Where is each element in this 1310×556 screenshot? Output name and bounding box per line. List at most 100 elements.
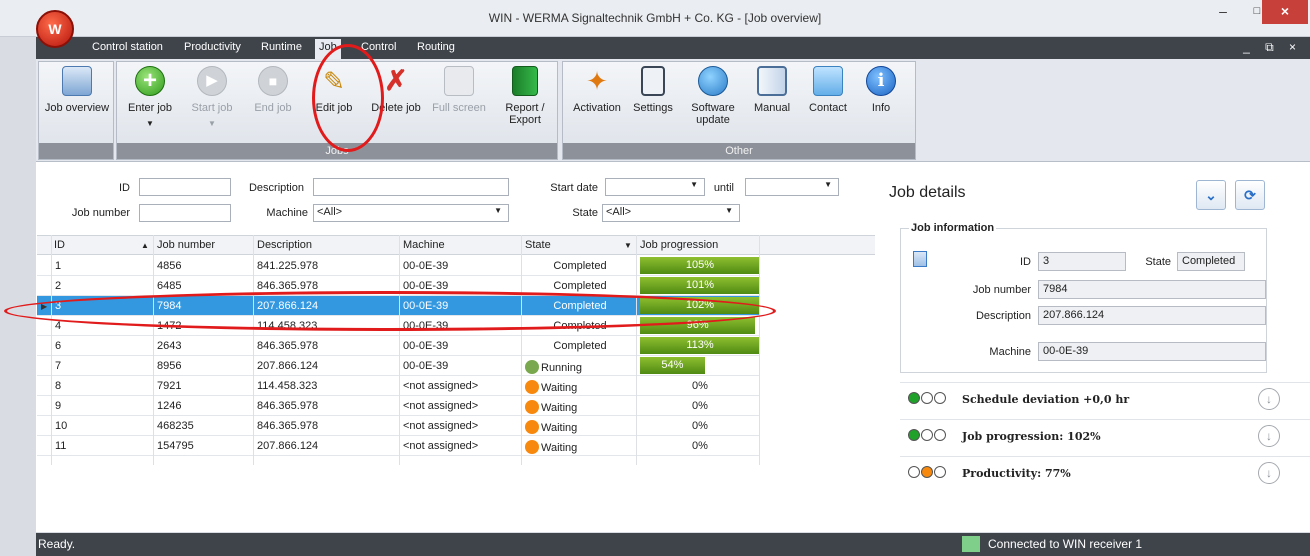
menu-job[interactable]: Job — [315, 39, 341, 59]
end-job-button[interactable]: ■ End job — [245, 66, 301, 114]
table-row[interactable]: 1 4856 841.225.978 00-0E-39 Completed 105% — [37, 256, 760, 276]
menu-routing[interactable]: Routing — [417, 41, 455, 53]
filter-start-date-picker[interactable]: ▼ — [605, 178, 705, 196]
filter-state-label: State — [572, 207, 598, 219]
menu-bar: Control station Productivity Runtime Job… — [36, 37, 1310, 59]
window-title: WIN - WERMA Signaltechnik GmbH + Co. KG … — [488, 11, 822, 25]
job-overview-icon — [62, 66, 92, 96]
cell-id: 1 — [55, 260, 62, 272]
refresh-button[interactable]: ⟳ — [1235, 180, 1265, 210]
contact-button[interactable]: Contact — [801, 66, 855, 114]
filter-dropdown-icon[interactable]: ▼ — [624, 241, 632, 250]
close-button[interactable]: × — [1262, 0, 1308, 24]
collapse-all-button[interactable]: ⌄ — [1196, 180, 1226, 210]
start-job-button[interactable]: ▶ Start job ▼ — [183, 66, 241, 130]
envelope-icon — [813, 66, 843, 96]
book-icon — [757, 66, 787, 96]
column-header-job-progression[interactable]: Job progression — [640, 239, 718, 251]
cell-machine: 00-0E-39 — [403, 300, 449, 312]
activation-button[interactable]: ✦ Activation — [567, 66, 627, 114]
add-icon: + — [135, 66, 165, 96]
filter-id-label: ID — [119, 182, 130, 194]
minimize-button[interactable]: – — [1206, 0, 1240, 24]
progress-bar: 113% — [640, 337, 760, 354]
traffic-light-icon — [908, 429, 947, 444]
menu-control-station[interactable]: Control station — [92, 41, 163, 53]
menu-control[interactable]: Control — [361, 41, 396, 53]
table-row[interactable]: ▶ 3 7984 207.866.124 00-0E-39 Completed 102% — [37, 296, 760, 316]
menu-runtime[interactable]: Runtime — [261, 41, 302, 53]
edit-job-button[interactable]: ✎ Edit job — [305, 66, 363, 114]
cell-state: Waiting — [525, 420, 577, 434]
cell-state: Waiting — [525, 400, 577, 414]
filter-until-label: until — [713, 182, 734, 194]
row-indicator-icon: ▶ — [41, 302, 48, 311]
column-header-id[interactable]: ID — [54, 239, 65, 251]
filter-start-date-label: Start date — [550, 182, 598, 194]
chevron-down-icon: ▼ — [725, 206, 733, 215]
filter-until-picker[interactable]: ▼ — [745, 178, 839, 196]
cell-id: 3 — [55, 300, 62, 312]
column-header-machine[interactable]: Machine — [403, 239, 445, 251]
kpi-panel[interactable]: Job progression: 102% ↓ — [900, 419, 1310, 453]
expand-down-icon[interactable]: ↓ — [1258, 388, 1280, 410]
filter-state-select[interactable]: <All> ▼ — [602, 204, 740, 222]
filter-description-input[interactable] — [313, 178, 509, 196]
progress-value: 0% — [692, 440, 708, 452]
cell-state: Waiting — [525, 440, 577, 454]
column-header-description[interactable]: Description — [257, 239, 312, 251]
table-row[interactable]: 2 6485 846.365.978 00-0E-39 Completed 101% — [37, 276, 760, 296]
group-label-overview — [39, 143, 113, 159]
software-update-button[interactable]: Software update — [681, 66, 745, 126]
settings-button[interactable]: Settings — [629, 66, 677, 114]
table-row[interactable]: 10 468235 846.365.978 <not assigned> Waiting… — [37, 416, 759, 436]
job-overview-button[interactable]: Job overview — [41, 66, 113, 114]
report-export-button[interactable]: Report / Export — [495, 66, 555, 126]
cell-state: Completed — [553, 300, 607, 312]
table-row[interactable]: 6 2643 846.365.978 00-0E-39 Completed 113% — [37, 336, 760, 356]
full-screen-button[interactable]: Full screen — [427, 66, 491, 114]
table-row[interactable]: 7 8956 207.866.124 00-0E-39 Running 54% — [37, 356, 759, 376]
kpi-panel[interactable]: Schedule deviation +0,0 hr ↓ — [900, 382, 1310, 416]
filter-state-value: <All> — [606, 206, 632, 218]
filter-machine-select[interactable]: <All> ▼ — [313, 204, 509, 222]
manual-button[interactable]: Manual — [747, 66, 797, 114]
start-job-dropdown-arrow[interactable]: ▼ — [183, 118, 241, 130]
job-information-title: Job information — [909, 222, 997, 234]
kpi-panel[interactable]: Productivity: 77% ↓ — [900, 456, 1310, 490]
filter-machine-value: <All> — [317, 206, 343, 218]
detail-machine-value: 00-0E-39 — [1038, 342, 1266, 361]
cell-description: 846.365.978 — [257, 400, 319, 412]
table-row[interactable]: 11 154795 207.866.124 <not assigned> Waiting… — [37, 436, 759, 456]
expand-down-icon[interactable]: ↓ — [1258, 425, 1280, 447]
table-row[interactable]: 9 1246 846.365.978 <not assigned> Waiting 0% — [37, 396, 759, 416]
enter-job-dropdown-arrow[interactable]: ▼ — [121, 118, 179, 130]
delete-job-button[interactable]: ✗ Delete job — [367, 65, 425, 115]
expand-down-icon[interactable]: ↓ — [1258, 462, 1280, 484]
info-button[interactable]: i Info — [859, 66, 903, 114]
cell-state: Running — [525, 360, 582, 374]
menu-productivity[interactable]: Productivity — [184, 41, 241, 53]
fullscreen-icon — [444, 66, 474, 96]
table-row[interactable]: 4 1472 114.458.323 00-0E-39 Completed 96% — [37, 316, 759, 336]
play-icon: ▶ — [197, 66, 227, 96]
cell-description: 207.866.124 — [257, 360, 319, 372]
mdi-window-controls[interactable]: _ ⧉ × — [1243, 40, 1302, 55]
detail-state-value: Completed — [1177, 252, 1245, 271]
cell-job-number: 7984 — [157, 300, 182, 312]
delete-icon: ✗ — [384, 65, 408, 96]
column-header-state[interactable]: State — [525, 239, 551, 251]
filter-job-number-input[interactable] — [139, 204, 231, 222]
kpi-panel-title: Job progression: 102% — [962, 430, 1101, 443]
cell-description: 114.458.323 — [257, 380, 318, 392]
column-header-job-number[interactable]: Job number — [157, 239, 215, 251]
group-label-other: Other — [563, 143, 915, 159]
filter-id-input[interactable] — [139, 178, 231, 196]
progress-bar: 102% — [640, 297, 760, 314]
ribbon: Job overview Jobs + Enter job ▼ ▶ Start … — [36, 59, 1310, 162]
app-logo[interactable]: W — [36, 10, 74, 48]
table-row[interactable]: 8 7921 114.458.323 <not assigned> Waiting 0% — [37, 376, 759, 396]
status-bar: Ready. Connected to WIN receiver 1 — [36, 533, 1310, 556]
enter-job-button[interactable]: + Enter job ▼ — [121, 66, 179, 130]
ribbon-group-other: Other ✦ Activation Settings Software upd… — [562, 61, 916, 160]
